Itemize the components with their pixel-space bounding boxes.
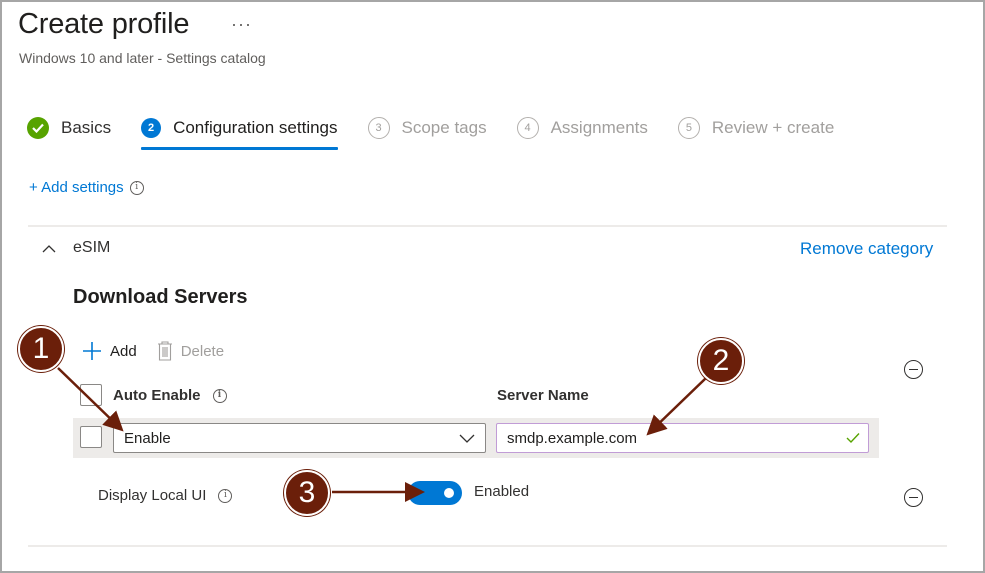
wizard-steps: Basics 2 Configuration settings 3 Scope …: [27, 113, 864, 150]
step-label: Configuration settings: [173, 118, 338, 137]
minus-icon: [909, 368, 918, 371]
dropdown-value: Enable: [124, 429, 171, 447]
auto-enable-dropdown[interactable]: Enable: [113, 423, 486, 453]
step-label: Basics: [61, 118, 112, 137]
chevron-down-icon: [459, 434, 475, 443]
callout-badge: 3: [284, 470, 330, 516]
trash-icon: [157, 341, 172, 361]
add-settings-link[interactable]: + Add settings i: [29, 179, 144, 196]
remove-setting-button[interactable]: [904, 360, 923, 379]
step-label: Assignments: [550, 118, 648, 137]
column-header-server-name: Server Name: [497, 387, 589, 404]
category-name[interactable]: eSIM: [73, 239, 110, 257]
toggle-state-label: Enabled: [474, 483, 530, 500]
add-button[interactable]: Add: [82, 341, 137, 361]
toggle-knob: [444, 488, 454, 498]
step-number: 2: [141, 118, 162, 138]
step-label: Scope tags: [401, 118, 487, 137]
section-title: Download Servers: [73, 286, 248, 308]
step-basics[interactable]: Basics: [27, 113, 111, 143]
checkmark-icon: [27, 117, 49, 139]
delete-label: Delete: [180, 342, 225, 360]
plus-icon: [83, 342, 101, 360]
more-options-button[interactable]: ···: [231, 14, 252, 35]
step-number: 4: [516, 117, 539, 139]
column-header-auto-enable: Auto Enable i: [113, 387, 227, 404]
remove-category-link[interactable]: Remove category: [800, 239, 933, 259]
step-configuration-settings[interactable]: 2 Configuration settings: [141, 113, 338, 150]
row-checkbox[interactable]: [80, 426, 102, 448]
display-local-ui-toggle[interactable]: [408, 481, 462, 505]
table-toolbar: Add Delete: [82, 341, 244, 361]
add-settings-label: + Add settings: [29, 179, 124, 196]
add-label: Add: [110, 342, 137, 360]
step-assignments[interactable]: 4 Assignments: [516, 113, 648, 143]
select-all-checkbox[interactable]: [80, 384, 102, 406]
delete-button[interactable]: Delete: [157, 341, 224, 361]
step-number: 5: [677, 117, 700, 139]
divider: [28, 545, 947, 547]
info-icon[interactable]: i: [212, 388, 227, 403]
column-label: Auto Enable: [113, 387, 201, 404]
remove-setting-button[interactable]: [904, 488, 923, 507]
server-name-input[interactable]: smdp.example.com: [496, 423, 869, 453]
page-subtitle: Windows 10 and later - Settings catalog: [19, 50, 266, 66]
callout-badge: 1: [18, 326, 64, 372]
server-name-value: smdp.example.com: [507, 429, 638, 447]
step-review-create[interactable]: 5 Review + create: [677, 113, 835, 143]
step-scope-tags[interactable]: 3 Scope tags: [367, 113, 487, 143]
minus-icon: [909, 496, 918, 499]
display-local-ui-label: Display Local UI i: [98, 487, 233, 504]
info-icon[interactable]: i: [129, 180, 144, 195]
chevron-up-icon[interactable]: [42, 242, 56, 256]
page-title: Create profile: [18, 8, 190, 40]
setting-label: Display Local UI: [98, 487, 207, 504]
divider: [28, 225, 947, 227]
info-icon[interactable]: i: [218, 488, 233, 503]
valid-check-icon: [846, 433, 860, 444]
step-label: Review + create: [711, 118, 835, 137]
callout-badge: 2: [698, 338, 744, 384]
step-number: 3: [367, 117, 390, 139]
